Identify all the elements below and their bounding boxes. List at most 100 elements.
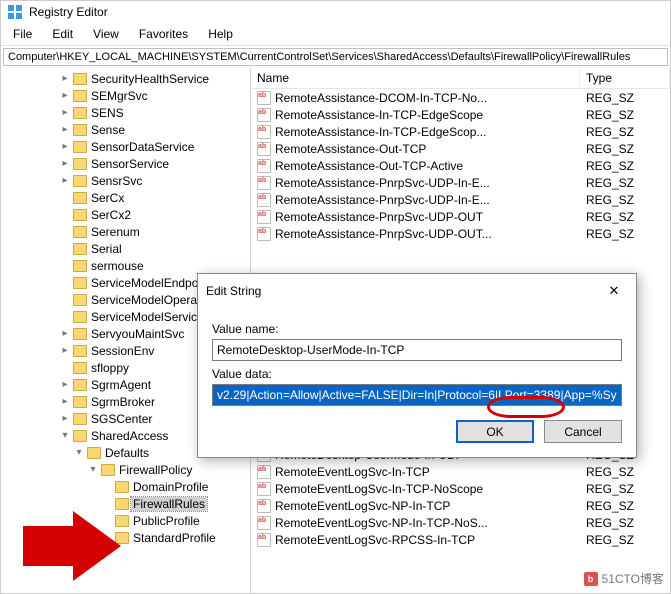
table-row[interactable]: RemoteAssistance-Out-TCP-ActiveREG_SZ <box>251 157 670 174</box>
expand-icon[interactable]: ▾ <box>59 430 71 441</box>
string-value-icon <box>257 465 271 479</box>
folder-icon <box>73 294 87 306</box>
tree-label: Defaults <box>103 446 151 460</box>
tree-label: SerCx <box>89 191 126 205</box>
value-name-label: Value name: <box>212 322 622 336</box>
table-row[interactable]: RemoteAssistance-In-TCP-EdgeScope REG_SZ <box>251 106 670 123</box>
expand-icon[interactable]: ▸ <box>59 345 71 356</box>
close-icon[interactable]: ✕ <box>600 280 628 302</box>
expand-icon[interactable]: ▸ <box>59 379 71 390</box>
tree-node[interactable]: ▸SEMgrSvc <box>3 87 250 104</box>
table-row[interactable]: RemoteEventLogSvc-In-TCP-NoScopeREG_SZ <box>251 480 670 497</box>
tree-node[interactable]: ▸Serial <box>3 240 250 257</box>
string-value-icon <box>257 499 271 513</box>
dialog-titlebar[interactable]: Edit String ✕ <box>198 274 636 308</box>
folder-icon <box>73 226 87 238</box>
string-value-icon <box>257 125 271 139</box>
tree-node[interactable]: ▸Serenum <box>3 223 250 240</box>
string-value-icon <box>257 176 271 190</box>
expand-icon[interactable]: ▸ <box>59 124 71 135</box>
tree-label: Serenum <box>89 225 142 239</box>
expand-icon[interactable]: ▸ <box>59 413 71 424</box>
window-title: Registry Editor <box>29 5 108 19</box>
value-type: REG_SZ <box>580 108 670 122</box>
table-row[interactable]: RemoteAssistance-PnrpSvc-UDP-OUTREG_SZ <box>251 208 670 225</box>
tree-node[interactable]: ▸FirewallRules <box>3 495 250 512</box>
folder-icon <box>73 260 87 272</box>
string-value-icon <box>257 533 271 547</box>
menu-file[interactable]: File <box>5 25 40 43</box>
table-row[interactable]: RemoteEventLogSvc-NP-In-TCP-NoS...REG_SZ <box>251 514 670 531</box>
menu-help[interactable]: Help <box>200 25 241 43</box>
table-row[interactable]: RemoteAssistance-DCOM-In-TCP-No...REG_SZ <box>251 89 670 106</box>
value-type: REG_SZ <box>580 142 670 156</box>
value-type: REG_SZ <box>580 176 670 190</box>
expand-icon[interactable]: ▾ <box>87 464 99 475</box>
tree-node[interactable]: ▸SecurityHealthService <box>3 70 250 87</box>
folder-icon <box>115 481 129 493</box>
folder-icon <box>101 464 115 476</box>
address-bar[interactable]: Computer\HKEY_LOCAL_MACHINE\SYSTEM\Curre… <box>3 48 668 66</box>
table-row[interactable]: RemoteEventLogSvc-In-TCPREG_SZ <box>251 463 670 480</box>
folder-icon <box>73 158 87 170</box>
tree-node[interactable]: ▸SerCx2 <box>3 206 250 223</box>
tree-node[interactable]: ▸PublicProfile <box>3 512 250 529</box>
menu-edit[interactable]: Edit <box>44 25 81 43</box>
table-row[interactable]: RemoteEventLogSvc-RPCSS-In-TCPREG_SZ <box>251 531 670 548</box>
folder-icon <box>73 362 87 374</box>
expand-icon[interactable]: ▸ <box>59 396 71 407</box>
folder-icon <box>73 413 87 425</box>
value-name: RemoteAssistance-In-TCP-EdgeScope <box>275 108 483 122</box>
table-row[interactable]: RemoteAssistance-In-TCP-EdgeScop...REG_S… <box>251 123 670 140</box>
value-name: RemoteEventLogSvc-In-TCP <box>275 465 430 479</box>
menu-view[interactable]: View <box>85 25 127 43</box>
tree-node[interactable]: ▸DomainProfile <box>3 478 250 495</box>
table-row[interactable]: RemoteAssistance-PnrpSvc-UDP-In-E...REG_… <box>251 174 670 191</box>
folder-icon <box>73 175 87 187</box>
list-header: Name Type <box>251 68 670 89</box>
tree-node[interactable]: ▸StandardProfile <box>3 529 250 546</box>
value-name-field[interactable] <box>212 339 622 361</box>
tree-label: Serial <box>89 242 124 256</box>
tree-node[interactable]: ▸SerCx <box>3 189 250 206</box>
table-row[interactable]: RemoteAssistance-PnrpSvc-UDP-OUT...REG_S… <box>251 225 670 242</box>
expand-icon[interactable]: ▸ <box>59 141 71 152</box>
tree-node[interactable]: ▸SensorService <box>3 155 250 172</box>
tree-node[interactable]: ▾FirewallPolicy <box>3 461 250 478</box>
table-row[interactable]: RemoteEventLogSvc-NP-In-TCPREG_SZ <box>251 497 670 514</box>
value-name: RemoteEventLogSvc-NP-In-TCP-NoS... <box>275 516 488 530</box>
tree-node[interactable]: ▸ SensrSvc <box>3 172 250 189</box>
cancel-button[interactable]: Cancel <box>544 420 622 443</box>
folder-icon <box>73 73 87 85</box>
tree-label: SensrSvc <box>89 174 144 188</box>
tree-node[interactable]: ▸SensorDataService <box>3 138 250 155</box>
expand-icon[interactable]: ▸ <box>59 90 71 101</box>
value-data-field[interactable] <box>212 384 622 406</box>
ok-button[interactable]: OK <box>456 420 534 443</box>
folder-icon <box>73 243 87 255</box>
expand-icon[interactable]: ▸ <box>59 158 71 169</box>
tree-node[interactable]: ▸sermouse <box>3 257 250 274</box>
string-value-icon <box>257 159 271 173</box>
table-row[interactable]: RemoteAssistance-Out-TCPREG_SZ <box>251 140 670 157</box>
tree-label: FirewallRules <box>131 497 207 511</box>
expand-icon[interactable]: ▸ <box>59 73 71 84</box>
expand-icon[interactable]: ▸ <box>59 328 71 339</box>
value-type: REG_SZ <box>580 499 670 513</box>
tree-label: SENS <box>89 106 126 120</box>
value-type: REG_SZ <box>580 91 670 105</box>
value-type: REG_SZ <box>580 227 670 241</box>
col-type[interactable]: Type <box>580 68 670 88</box>
tree-node[interactable]: ▸ SENS <box>3 104 250 121</box>
expand-icon[interactable]: ▸ <box>59 175 71 186</box>
folder-icon <box>73 379 87 391</box>
folder-icon <box>87 447 101 459</box>
col-name[interactable]: Name <box>251 68 580 88</box>
tree-label: SerCx2 <box>89 208 133 222</box>
table-row[interactable]: RemoteAssistance-PnrpSvc-UDP-In-E...REG_… <box>251 191 670 208</box>
folder-icon <box>73 396 87 408</box>
expand-icon[interactable]: ▾ <box>73 447 85 458</box>
tree-node[interactable]: ▸Sense <box>3 121 250 138</box>
menu-favorites[interactable]: Favorites <box>131 25 196 43</box>
expand-icon[interactable]: ▸ <box>59 107 71 118</box>
